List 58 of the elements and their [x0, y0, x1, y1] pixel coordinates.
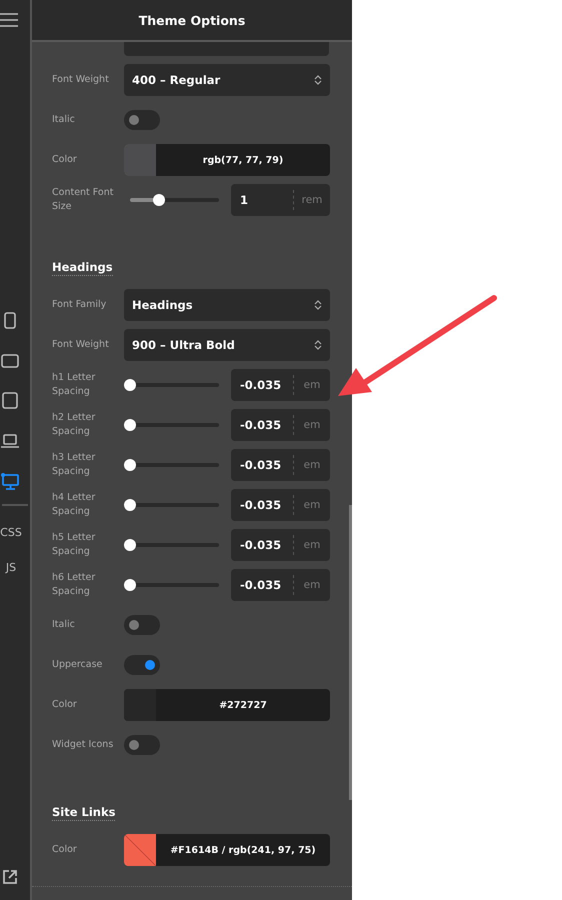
scrollbar[interactable] — [349, 505, 352, 800]
field-label: Font Weight — [52, 338, 110, 352]
number-field[interactable]: -0.035 em — [231, 449, 330, 481]
toggle-switch[interactable] — [124, 735, 160, 755]
desktop-icon[interactable] — [1, 472, 19, 490]
field-label: h4 Letter Spacing — [52, 491, 96, 519]
field-label: Italic — [52, 618, 76, 632]
field-label: Widget Icons — [52, 738, 114, 752]
unit-label: em — [293, 455, 330, 475]
select-field[interactable]: Headings — [124, 289, 330, 321]
field-label: h6 Letter Spacing — [52, 571, 96, 599]
menu-icon[interactable] — [0, 12, 18, 28]
field-label: Content Font Size — [52, 186, 114, 214]
field-label: Color — [52, 698, 78, 712]
field-label: h2 Letter Spacing — [52, 411, 96, 439]
select-field[interactable]: 900 – Ultra Bold — [124, 329, 330, 361]
number-field[interactable]: -0.035 em — [231, 569, 330, 601]
number-field[interactable]: -0.035 em — [231, 369, 330, 401]
code-link[interactable]: CSS — [0, 526, 22, 539]
select-field[interactable] — [124, 42, 329, 56]
color-field[interactable]: rgb(77, 77, 79) — [124, 144, 330, 176]
number-field[interactable]: 1 rem — [231, 184, 330, 216]
field-label: Font Weight — [52, 73, 110, 87]
section-title: Site Links — [52, 805, 116, 821]
unit-label: em — [293, 495, 330, 515]
tablet-landscape-icon[interactable] — [1, 352, 19, 370]
toggle-switch[interactable] — [124, 655, 160, 675]
field-label: Italic — [52, 113, 76, 127]
unit-label: em — [293, 415, 330, 435]
laptop-icon[interactable] — [1, 432, 19, 450]
field-label: h3 Letter Spacing — [52, 451, 96, 479]
unit-label: em — [293, 375, 330, 395]
field-label: Uppercase — [52, 658, 104, 672]
panel-title: Theme Options — [138, 12, 246, 28]
field-label: h5 Letter Spacing — [52, 531, 96, 559]
number-field[interactable]: -0.035 em — [231, 489, 330, 521]
external-link-icon[interactable] — [2, 869, 18, 885]
color-field[interactable]: #272727 — [124, 689, 330, 721]
field-label: Font Family — [52, 298, 108, 312]
section-title: Headings — [52, 260, 113, 276]
caret-icon — [314, 299, 322, 311]
number-field[interactable]: -0.035 em — [231, 409, 330, 441]
color-field[interactable]: #F1614B / rgb(241, 97, 75) — [124, 834, 330, 866]
unit-label: rem — [293, 190, 330, 210]
phone-icon[interactable] — [1, 312, 19, 330]
caret-icon — [314, 339, 322, 351]
toggle-switch[interactable] — [124, 615, 160, 635]
unit-label: em — [293, 535, 330, 555]
caret-icon — [314, 74, 322, 86]
code-link[interactable]: JS — [6, 561, 16, 574]
tablet-icon[interactable] — [1, 392, 19, 410]
unit-label: em — [293, 575, 330, 595]
field-label: h1 Letter Spacing — [52, 371, 96, 399]
toggle-switch[interactable] — [124, 110, 160, 130]
field-label: Color — [52, 843, 78, 857]
select-field[interactable]: 400 – Regular — [124, 64, 330, 96]
field-label: Color — [52, 153, 78, 167]
number-field[interactable]: -0.035 em — [231, 529, 330, 561]
